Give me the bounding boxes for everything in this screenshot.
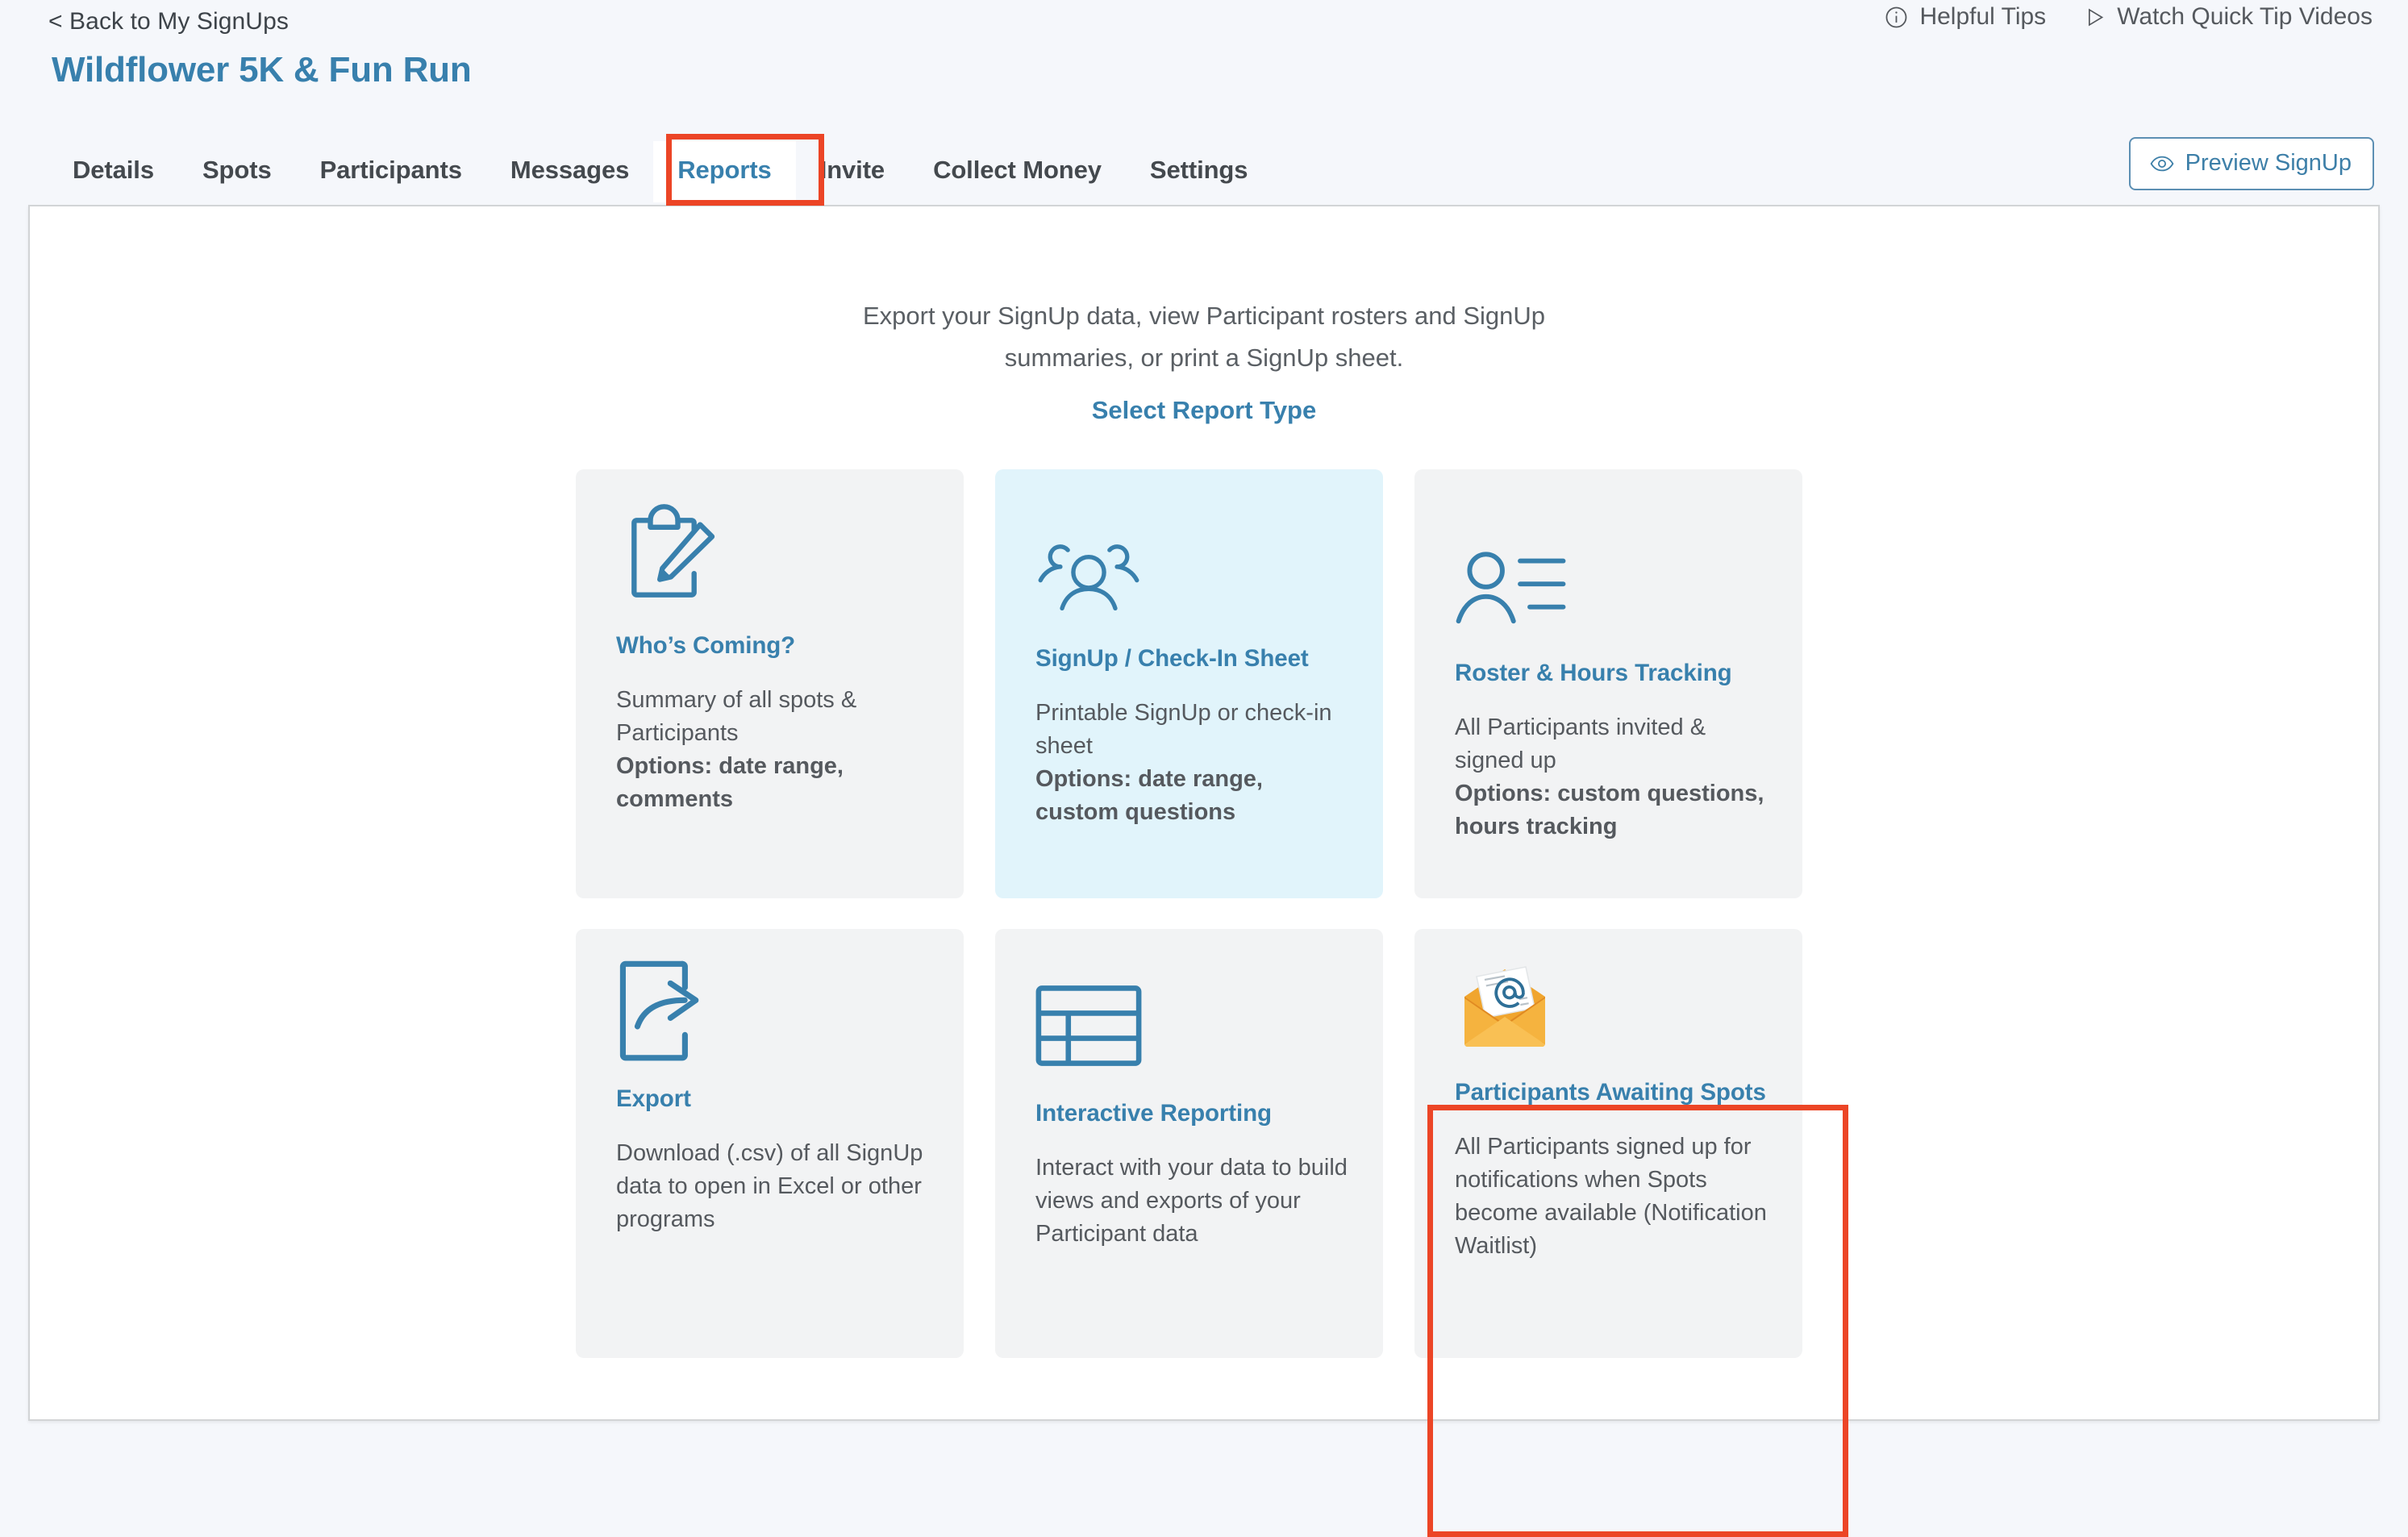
tab-invite[interactable]: Invite <box>796 141 909 202</box>
intro-text: Export your SignUp data, view Participan… <box>30 295 2378 379</box>
page-title: Wildflower 5K & Fun Run <box>52 50 472 90</box>
preview-signup-label: Preview SignUp <box>2185 150 2352 176</box>
tab-collect-money[interactable]: Collect Money <box>909 141 1126 202</box>
tab-participants[interactable]: Participants <box>296 141 486 202</box>
tab-reports[interactable]: Reports <box>653 141 796 202</box>
card-title: SignUp / Check-In Sheet <box>1035 645 1309 672</box>
clipboard-pencil-icon <box>616 502 931 614</box>
card-options-text: Options: date range, custom questions <box>1035 766 1263 825</box>
tab-details[interactable]: Details <box>48 141 178 202</box>
export-arrow-icon <box>616 955 931 1068</box>
card-desc-text: Printable SignUp or check-in sheet <box>1035 700 1332 759</box>
card-desc-text: All Participants signed up for notificat… <box>1455 1134 1767 1259</box>
card-desc-text: All Participants invited & signed up <box>1455 714 1706 773</box>
report-card-participants-awaiting-spots[interactable]: Participants Awaiting Spots All Particip… <box>1414 929 1802 1358</box>
card-description: Download (.csv) of all SignUp data to op… <box>616 1137 931 1236</box>
primary-nav: Details Spots Participants Messages Repo… <box>48 141 1272 202</box>
card-description: All Participants invited & signed up Opt… <box>1455 711 1770 843</box>
help-links-group: Helpful Tips Watch Quick Tip Videos <box>1884 3 2373 31</box>
card-description: Printable SignUp or check-in sheet Optio… <box>1035 697 1351 829</box>
intro-line-2: summaries, or print a SignUp sheet. <box>1004 344 1404 372</box>
report-card-export[interactable]: Export Download (.csv) of all SignUp dat… <box>576 929 964 1358</box>
card-title: Interactive Reporting <box>1035 1100 1272 1127</box>
helpful-tips-label: Helpful Tips <box>1919 3 2047 30</box>
card-options-text: Options: custom questions, hours trackin… <box>1455 781 1764 839</box>
watch-quick-tip-videos-link[interactable]: Watch Quick Tip Videos <box>2083 3 2373 31</box>
report-card-interactive-reporting[interactable]: Interactive Reporting Interact with your… <box>995 929 1383 1358</box>
reports-panel: Export your SignUp data, view Participan… <box>28 205 2380 1537</box>
back-to-my-signups-link[interactable]: < Back to My SignUps <box>48 8 289 35</box>
report-card-whos-coming[interactable]: Who’s Coming? Summary of all spots & Par… <box>576 469 964 898</box>
card-title: Who’s Coming? <box>616 632 796 659</box>
select-report-type-heading[interactable]: Select Report Type <box>30 396 2378 425</box>
top-bar: < Back to My SignUps Wildflower 5K & Fun… <box>0 0 2408 206</box>
info-circle-icon <box>1884 5 1909 30</box>
tab-settings[interactable]: Settings <box>1126 141 1273 202</box>
tab-messages[interactable]: Messages <box>486 141 653 202</box>
card-desc-text: Summary of all spots & Participants <box>616 687 857 746</box>
table-grid-icon <box>1035 969 1351 1082</box>
card-title: Export <box>616 1085 691 1112</box>
report-card-row-2: Export Download (.csv) of all SignUp dat… <box>576 929 1832 1358</box>
preview-signup-button[interactable]: Preview SignUp <box>2128 137 2374 190</box>
card-description: All Participants signed up for notificat… <box>1455 1131 1770 1263</box>
card-title: Roster & Hours Tracking <box>1455 660 1732 686</box>
report-type-grid: Who’s Coming? Summary of all spots & Par… <box>576 469 1832 1389</box>
play-triangle-icon <box>2083 6 2106 29</box>
card-description: Interact with your data to build views a… <box>1035 1152 1351 1251</box>
card-description: Summary of all spots & Participants Opti… <box>616 684 931 816</box>
tab-spots[interactable]: Spots <box>178 141 296 202</box>
open-envelope-at-icon <box>1455 958 1770 1058</box>
card-title: Participants Awaiting Spots <box>1455 1079 1766 1106</box>
card-options-text: Options: date range, comments <box>616 753 844 812</box>
helpful-tips-link[interactable]: Helpful Tips <box>1884 3 2046 31</box>
card-desc-text: Interact with your data to build views a… <box>1035 1155 1348 1247</box>
report-card-row-1: Who’s Coming? Summary of all spots & Par… <box>576 469 1832 898</box>
eye-icon <box>2150 156 2174 172</box>
intro-line-1: Export your SignUp data, view Participan… <box>862 302 1546 330</box>
report-card-signup-check-in-sheet[interactable]: SignUp / Check-In Sheet Printable SignUp… <box>995 469 1383 898</box>
report-card-roster-hours-tracking[interactable]: Roster & Hours Tracking All Participants… <box>1414 469 1802 898</box>
people-group-icon <box>1035 514 1351 627</box>
person-lines-icon <box>1455 529 1770 642</box>
card-desc-text: Download (.csv) of all SignUp data to op… <box>616 1140 923 1232</box>
watch-quick-tip-videos-label: Watch Quick Tip Videos <box>2117 3 2373 30</box>
